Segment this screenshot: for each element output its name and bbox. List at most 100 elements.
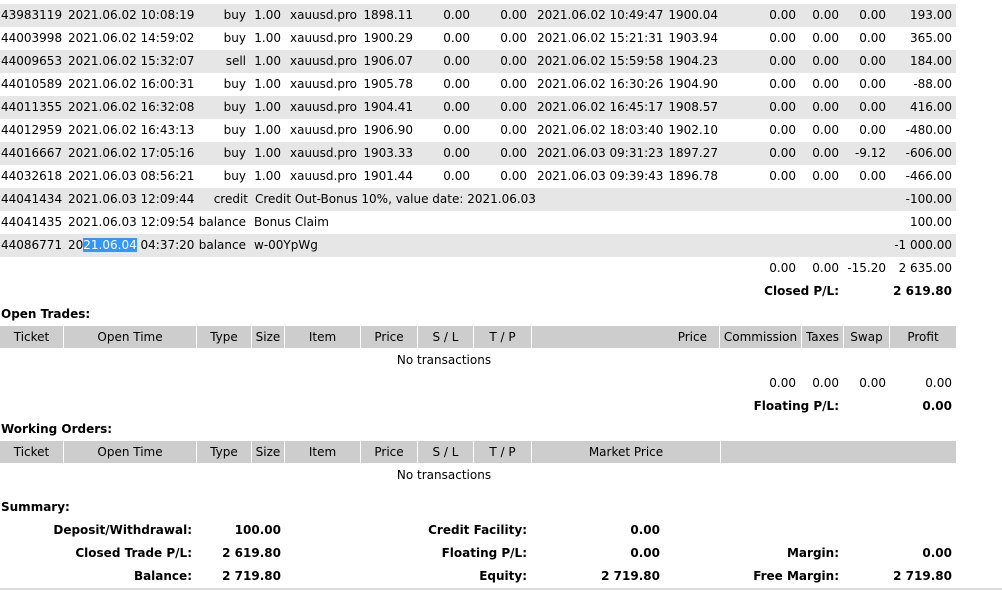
balance-row[interactable]: 44041434 2021.06.03 12:09:44 credit Cred… [0, 188, 956, 211]
margin-label: Margin: [786, 546, 839, 560]
table-row[interactable]: 44032618 2021.06.03 08:56:21 buy 1.00 xauusd… [0, 165, 956, 188]
table-row[interactable]: 44016667 2021.06.02 17:05:16 buy 1.00 xauusd… [0, 142, 956, 165]
table-row[interactable]: 44011355 2021.06.02 16:32:08 buy 1.00 xauusd… [0, 96, 956, 119]
open-totals-row: 0.00 0.00 0.00 0.00 [0, 372, 956, 395]
col-sl[interactable]: S / L [418, 441, 474, 463]
price-cell: 1906.90 [363, 123, 413, 137]
type-cell: credit [213, 192, 248, 206]
taxes-cell: 0.00 [812, 146, 839, 160]
profit-cell: -466.00 [905, 169, 952, 183]
col-type[interactable]: Type [197, 326, 252, 348]
col-size[interactable]: Size [252, 441, 285, 463]
close-time-cell: 2021.06.02 15:21:31 [537, 31, 664, 45]
price-cell: 1903.33 [363, 146, 413, 160]
type-cell: buy [223, 100, 246, 114]
comment-cell: Credit Out-Bonus 10%, value date: 2021.0… [255, 192, 536, 206]
col-swap[interactable]: Swap [844, 326, 890, 348]
type-cell: buy [223, 146, 246, 160]
close-time-cell: 2021.06.02 15:59:58 [537, 54, 664, 68]
ticket-cell: 44041435 [1, 215, 63, 229]
col-tp[interactable]: T / P [474, 326, 532, 348]
size-cell: 1.00 [254, 146, 281, 160]
profit-cell: -1 000.00 [894, 238, 952, 252]
working-orders-title: Working Orders: [1, 422, 113, 436]
balance-row[interactable]: 44041435 2021.06.03 12:09:54 balance Bon… [0, 211, 956, 234]
col-type[interactable]: Type [197, 441, 252, 463]
sl-cell: 0.00 [443, 8, 470, 22]
open-time-cell: 2021.06.02 17:05:16 [68, 146, 195, 160]
ticket-cell: 44009653 [1, 54, 63, 68]
type-cell: balance [198, 238, 246, 252]
equity-label: Equity: [479, 569, 527, 583]
profit-cell: 365.00 [910, 31, 952, 45]
time-cell: 2021.06.04 04:37:20 [68, 234, 198, 257]
profit-cell: -606.00 [905, 146, 952, 160]
close-time-cell: 2021.06.02 18:03:40 [537, 123, 664, 137]
col-ticket[interactable]: Ticket [0, 441, 64, 463]
item-cell: xauusd.pro [290, 8, 357, 22]
table-row[interactable]: 44012959 2021.06.02 16:43:13 buy 1.00 xauusd… [0, 119, 956, 142]
col-price-current[interactable]: Price [532, 326, 720, 348]
col-price[interactable]: Price [361, 326, 418, 348]
col-tp[interactable]: T / P [474, 441, 532, 463]
sl-cell: 0.00 [443, 77, 470, 91]
closed-trade-pl-value: 2 619.80 [222, 546, 281, 560]
profit-cell: -480.00 [905, 123, 952, 137]
ticket-cell: 44010589 [1, 77, 63, 91]
tp-cell: 0.00 [500, 100, 527, 114]
table-row[interactable]: 44010589 2021.06.02 16:00:31 buy 1.00 xauusd… [0, 73, 956, 96]
ticket-cell: 44086771 [1, 238, 63, 252]
item-cell: xauusd.pro [290, 123, 357, 137]
commission-cell: 0.00 [769, 31, 796, 45]
taxes-cell: 0.00 [812, 169, 839, 183]
total-commission: 0.00 [769, 261, 796, 275]
open-total-commission: 0.00 [769, 376, 796, 390]
sl-cell: 0.00 [443, 123, 470, 137]
taxes-cell: 0.00 [812, 77, 839, 91]
sl-cell: 0.00 [443, 146, 470, 160]
col-open-time[interactable]: Open Time [64, 441, 197, 463]
open-time-cell: 2021.06.02 15:32:07 [68, 54, 195, 68]
open-total-swap: 0.00 [859, 376, 886, 390]
type-cell: buy [223, 8, 246, 22]
col-sl[interactable]: S / L [418, 326, 474, 348]
size-cell: 1.00 [254, 8, 281, 22]
balance-label: Balance: [133, 569, 192, 583]
profit-cell: -100.00 [905, 192, 952, 206]
item-cell: xauusd.pro [290, 146, 357, 160]
type-cell: buy [223, 77, 246, 91]
selected-text-highlight[interactable]: 21.06.04 [83, 238, 137, 252]
table-row[interactable]: 44009653 2021.06.02 15:32:07 sell 1.00 xauus… [0, 50, 956, 73]
col-profit[interactable]: Profit [890, 326, 956, 348]
balance-row[interactable]: 44086771 2021.06.04 04:37:20 balance w-0… [0, 234, 956, 257]
col-ticket[interactable]: Ticket [0, 326, 64, 348]
col-item[interactable]: Item [285, 441, 361, 463]
taxes-cell: 0.00 [812, 8, 839, 22]
deposit-value: 100.00 [234, 523, 281, 537]
col-taxes[interactable]: Taxes [802, 326, 844, 348]
col-empty [721, 441, 956, 463]
col-open-time[interactable]: Open Time [64, 326, 197, 348]
size-cell: 1.00 [254, 31, 281, 45]
sl-cell: 0.00 [443, 31, 470, 45]
profit-cell: 100.00 [910, 215, 952, 229]
closed-totals-row: 0.00 0.00 -15.20 2 635.00 [0, 257, 956, 280]
col-market-price[interactable]: Market Price [532, 441, 721, 463]
col-size[interactable]: Size [252, 326, 285, 348]
tp-cell: 0.00 [500, 54, 527, 68]
swap-cell: 0.00 [859, 31, 886, 45]
price-cell: 1900.29 [363, 31, 413, 45]
col-item[interactable]: Item [285, 326, 361, 348]
close-price-cell: 1896.78 [668, 169, 718, 183]
table-row[interactable]: 44003998 2021.06.02 14:59:02 buy 1.00 xauusd… [0, 27, 956, 50]
tp-cell: 0.00 [500, 169, 527, 183]
table-row[interactable]: 43983119 2021.06.02 10:08:19 buy 1.00 xauusd… [0, 4, 956, 27]
col-commission[interactable]: Commission [720, 326, 802, 348]
margin-value: 0.00 [922, 546, 952, 560]
balance-value: 2 719.80 [222, 569, 281, 583]
floating-pl-row: Floating P/L: 0.00 [0, 395, 956, 418]
credit-facility-label: Credit Facility: [428, 523, 527, 537]
working-orders-header: Ticket Open Time Type Size Item Price S … [0, 441, 956, 463]
col-price[interactable]: Price [361, 441, 418, 463]
ticket-cell: 44041434 [1, 192, 63, 206]
